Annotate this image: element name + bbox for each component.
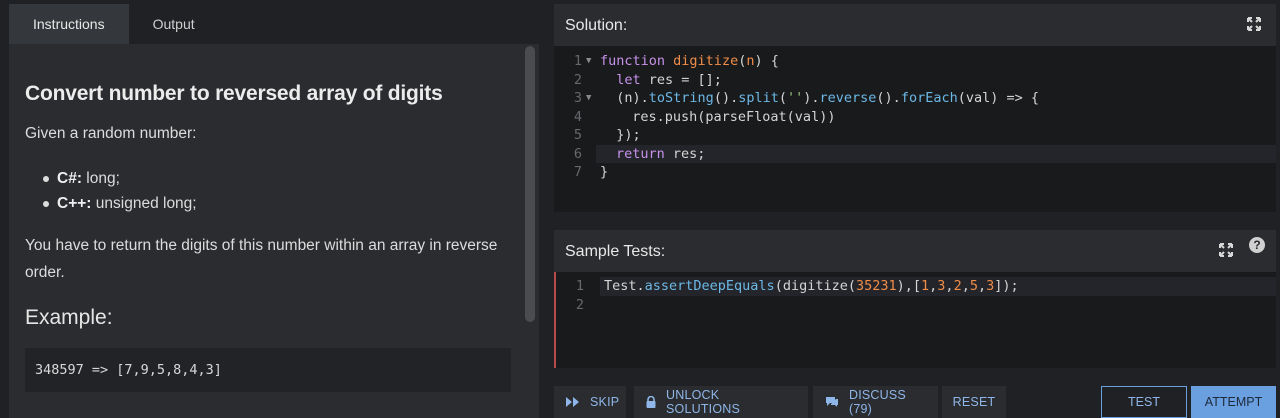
tests-title: Sample Tests: <box>565 243 666 260</box>
line-number: 5 <box>573 127 582 143</box>
solution-header: Solution: <box>554 4 1276 46</box>
expand-icon[interactable] <box>1247 17 1261 31</box>
description-text: You have to return the digits of this nu… <box>25 237 498 281</box>
line-number: 1 <box>575 278 584 294</box>
editor-panel: Solution: 1 ▼ function digitize(n) { 2 l… <box>554 0 1280 418</box>
line-number: 7 <box>573 164 582 180</box>
chat-bubble-icon <box>825 396 839 408</box>
type-text: unsigned long; <box>91 195 197 212</box>
line-number: 2 <box>573 71 582 88</box>
code-text: res.push(parseFloat(val)) <box>616 108 836 125</box>
code-text: let res = []; <box>616 71 722 88</box>
unlock-label: UNLOCK SOLUTIONS <box>666 388 741 416</box>
fold-arrow-icon[interactable]: ▼ <box>586 89 591 108</box>
example-heading: Example: <box>25 306 113 329</box>
lock-icon <box>646 396 656 408</box>
list-item: C++: unsigned long; <box>43 191 197 216</box>
type-list: C#: long; C++: unsigned long; <box>43 166 197 216</box>
unlock-solutions-button[interactable]: UNLOCK SOLUTIONS <box>634 386 808 418</box>
active-line-highlight: return res; <box>596 144 1276 163</box>
line-number: 2 <box>575 297 584 313</box>
code-text: } <box>600 164 609 180</box>
code-text: Test.assertDeepEquals(digitize(35231),[1… <box>604 278 1019 294</box>
lang-label: C#: <box>57 170 82 187</box>
code-line: 1 ▼ function digitize(n) { <box>554 52 1276 71</box>
instructions-content: Convert number to reversed array of digi… <box>9 44 539 418</box>
tab-instructions[interactable]: Instructions <box>9 4 129 44</box>
discuss-label: DISCUSS (79) <box>849 388 906 416</box>
line-number: 1 <box>573 53 582 69</box>
line-number: 3 <box>573 90 582 106</box>
code-line: 7 } <box>554 163 1276 182</box>
example-code: 348597 => [7,9,5,8,4,3] <box>25 348 511 392</box>
instructions-panel: Instructions Output Convert number to re… <box>0 0 541 418</box>
code-text: }); <box>600 127 641 143</box>
type-text: long; <box>81 170 120 187</box>
help-icon[interactable]: ? <box>1249 237 1265 253</box>
lang-label: C++: <box>57 195 92 212</box>
code-line: 4 res.push(parseFloat(val)) <box>554 108 1276 127</box>
list-item: C#: long; <box>43 166 197 191</box>
code-line: 2 let res = []; <box>554 71 1276 90</box>
code-line: 3 ▼ (n).toString().split('').reverse().f… <box>554 89 1276 108</box>
solution-editor[interactable]: 1 ▼ function digitize(n) { 2 let res = [… <box>554 46 1276 212</box>
kata-title: Convert number to reversed array of digi… <box>25 82 443 105</box>
expand-icon[interactable] <box>1219 243 1233 257</box>
solution-title: Solution: <box>565 17 628 34</box>
code-text: return res; <box>616 145 706 162</box>
skip-button[interactable]: SKIP <box>554 386 626 418</box>
intro-text: Given a random number: <box>25 125 197 142</box>
code-text: (n).toString().split('').reverse().forEa… <box>600 90 1039 106</box>
attempt-button[interactable]: ATTEMPT <box>1191 386 1276 418</box>
tests-editor[interactable]: 1 Test.assertDeepEquals(digitize(35231),… <box>554 272 1276 368</box>
skip-label: SKIP <box>590 395 620 409</box>
line-number: 4 <box>573 108 582 125</box>
active-line-highlight: Test.assertDeepEquals(digitize(35231),[1… <box>600 277 1276 296</box>
tab-output[interactable]: Output <box>129 4 219 44</box>
instructions-scrollbar[interactable] <box>525 46 535 322</box>
line-number: 6 <box>573 145 582 162</box>
test-button[interactable]: TEST <box>1101 386 1187 418</box>
skip-forward-icon <box>566 397 580 407</box>
tab-bar: Instructions Output <box>9 4 219 44</box>
discuss-button[interactable]: DISCUSS (79) <box>813 386 938 418</box>
fold-arrow-icon[interactable]: ▼ <box>586 52 591 71</box>
tests-header: Sample Tests: <box>554 230 1276 272</box>
reset-button[interactable]: RESET <box>942 386 1006 418</box>
code-text: function digitize(n) { <box>600 53 779 69</box>
code-line: 5 }); <box>554 126 1276 145</box>
code-line: 2 <box>556 296 1276 315</box>
